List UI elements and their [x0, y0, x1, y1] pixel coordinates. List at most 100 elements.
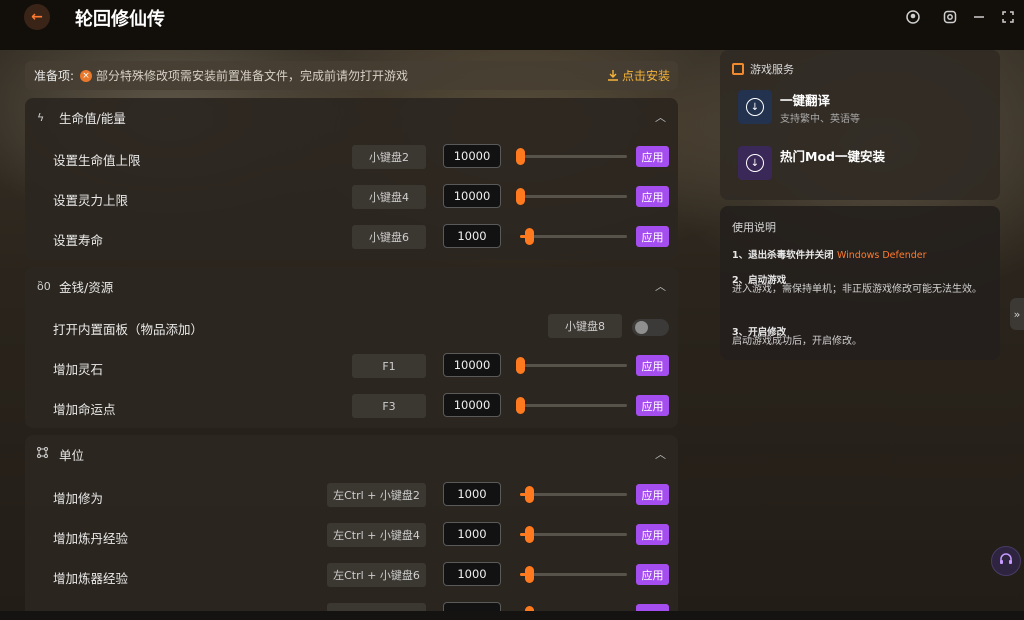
section-title: 金钱/资源 [59, 279, 114, 295]
option-row: 增加炼丹经验 左Ctrl + 小键盘4 1000 应用 [25, 516, 678, 556]
slider-thumb[interactable] [525, 228, 534, 245]
value-slider[interactable] [520, 566, 627, 583]
option-row: 设置灵力上限 小键盘4 10000 应用 [25, 178, 678, 218]
services-title-text: 游戏服务 [750, 63, 794, 76]
value-slider[interactable] [516, 357, 627, 374]
hotkey-badge[interactable]: 小键盘2 [352, 145, 426, 169]
value-slider[interactable] [516, 148, 627, 165]
download-icon [607, 70, 618, 81]
settings-icon[interactable] [941, 8, 959, 26]
slider-thumb[interactable] [516, 148, 525, 165]
apply-button[interactable]: 应用 [636, 226, 669, 247]
value-input[interactable]: 1000 [443, 562, 501, 586]
step1-text: 1、退出杀毒软件并关闭 [732, 250, 834, 261]
option-row: 增加灵石 F1 10000 应用 [25, 347, 678, 387]
hotkey-badge[interactable]: 左Ctrl + 小键盘2 [327, 483, 426, 507]
apply-button[interactable]: 应用 [636, 355, 669, 376]
app-title: 轮回修仙传 [75, 9, 165, 30]
section-title: 单位 [59, 447, 85, 463]
value-input[interactable] [443, 602, 501, 611]
service-name: 热门Mod一键安装 [780, 149, 885, 164]
bottom-bar [0, 611, 1024, 620]
option-label: 设置生命值上限 [53, 153, 141, 168]
install-label: 点击安装 [621, 69, 670, 83]
value-slider[interactable] [516, 188, 627, 205]
section-header[interactable]: 单位 ︿ [25, 435, 678, 473]
option-row: 设置寿命 小键盘6 1000 应用 [25, 218, 678, 258]
value-input[interactable]: 10000 [443, 353, 501, 377]
hotkey-badge[interactable]: 小键盘6 [352, 225, 426, 249]
usage-step-1: 1、退出杀毒软件并关闭 Windows Defender [732, 247, 927, 261]
section-unit: 单位 ︿ 增加修为 左Ctrl + 小键盘2 1000 应用 增加炼丹经验 左C… [25, 435, 678, 611]
value-slider[interactable] [520, 228, 627, 245]
option-label: 增加灵石 [53, 362, 104, 377]
option-label: 增加命运点 [53, 402, 116, 417]
slider-thumb[interactable] [516, 397, 525, 414]
step1-highlight: Windows Defender [836, 250, 927, 261]
expand-sidebar-button[interactable]: » [1010, 298, 1024, 330]
value-input[interactable]: 1000 [443, 224, 501, 248]
apply-button[interactable] [636, 604, 669, 611]
hotkey-badge[interactable]: 左Ctrl + 小键盘6 [327, 563, 426, 587]
section-title: 生命值/能量 [59, 110, 126, 126]
hotkey-badge[interactable]: F1 [352, 354, 426, 378]
slider-thumb[interactable] [525, 526, 534, 543]
apply-button[interactable]: 应用 [636, 395, 669, 416]
chevron-up-icon[interactable]: ︿ [655, 109, 666, 125]
chevron-up-icon[interactable]: ︿ [655, 446, 666, 462]
value-slider[interactable] [516, 397, 627, 414]
slider-thumb[interactable] [516, 357, 525, 374]
minimize-icon[interactable] [970, 8, 988, 26]
prep-warning-text: 部分特殊修改项需安装前置准备文件，完成前请勿打开游戏 [96, 69, 409, 83]
usage-panel: 使用说明 1、退出杀毒软件并关闭 Windows Defender 2、启动游戏… [720, 206, 1000, 360]
value-input[interactable]: 10000 [443, 144, 501, 168]
value-input[interactable]: 10000 [443, 393, 501, 417]
slider-thumb[interactable] [525, 566, 534, 583]
option-label: 设置寿命 [53, 233, 104, 248]
install-button[interactable]: 点击安装 [607, 67, 670, 84]
service-mod-install[interactable]: ↓ 热门Mod一键安装 [738, 146, 998, 186]
support-button[interactable] [991, 546, 1021, 576]
apply-button[interactable]: 应用 [636, 146, 669, 167]
toggle-knob [635, 321, 648, 334]
value-input[interactable]: 10000 [443, 184, 501, 208]
back-button[interactable]: ← [24, 4, 50, 30]
slider-thumb[interactable] [516, 188, 525, 205]
panel-toggle[interactable] [632, 319, 669, 336]
value-input[interactable]: 1000 [443, 482, 501, 506]
option-row: 设置生命值上限 小键盘2 10000 应用 [25, 138, 678, 178]
section-header[interactable]: ϟ 生命值/能量 ︿ [25, 98, 678, 136]
service-translate[interactable]: ↓ 一键翻译 支持繁中、英语等 [738, 90, 998, 130]
option-row: 打开内置面板（物品添加） 小键盘8 [25, 307, 678, 347]
option-row: 增加命运点 F3 10000 应用 [25, 387, 678, 427]
apply-button[interactable]: 应用 [636, 186, 669, 207]
apply-button[interactable]: 应用 [636, 484, 669, 505]
prep-label: 准备项: [34, 69, 75, 83]
nodes-icon [37, 447, 51, 461]
slider-thumb[interactable] [525, 486, 534, 503]
back-arrow-icon: ← [31, 9, 43, 25]
game-services-panel: 游戏服务 ↓ 一键翻译 支持繁中、英语等 ↓ 热门Mod一键安装 [720, 50, 1000, 200]
option-row: 增加修为 左Ctrl + 小键盘2 1000 应用 [25, 476, 678, 516]
hotkey-badge[interactable] [327, 603, 426, 611]
apply-button[interactable]: 应用 [636, 564, 669, 585]
hotkey-badge[interactable]: 左Ctrl + 小键盘4 [327, 523, 426, 547]
service-sub: 支持繁中、英语等 [780, 114, 860, 125]
usage-title: 使用说明 [732, 221, 776, 234]
hotkey-badge[interactable]: 小键盘4 [352, 185, 426, 209]
usage-step-3-desc: 启动游戏成功后，开启修改。 [732, 336, 862, 347]
value-input[interactable]: 1000 [443, 522, 501, 546]
option-row-partial [25, 596, 678, 611]
hotkey-badge[interactable]: F3 [352, 394, 426, 418]
chevron-up-icon[interactable]: ︿ [655, 278, 666, 294]
value-slider[interactable] [520, 486, 627, 503]
section-header[interactable]: ὂ0 金钱/资源 ︿ [25, 267, 678, 305]
option-label: 打开内置面板（物品添加） [53, 322, 204, 337]
value-slider[interactable] [520, 526, 627, 543]
close-icon[interactable] [999, 8, 1017, 26]
headset-icon [999, 552, 1013, 570]
profile-icon[interactable] [904, 8, 922, 26]
service-name: 一键翻译 [780, 93, 831, 108]
hotkey-badge[interactable]: 小键盘8 [548, 314, 622, 338]
apply-button[interactable]: 应用 [636, 524, 669, 545]
